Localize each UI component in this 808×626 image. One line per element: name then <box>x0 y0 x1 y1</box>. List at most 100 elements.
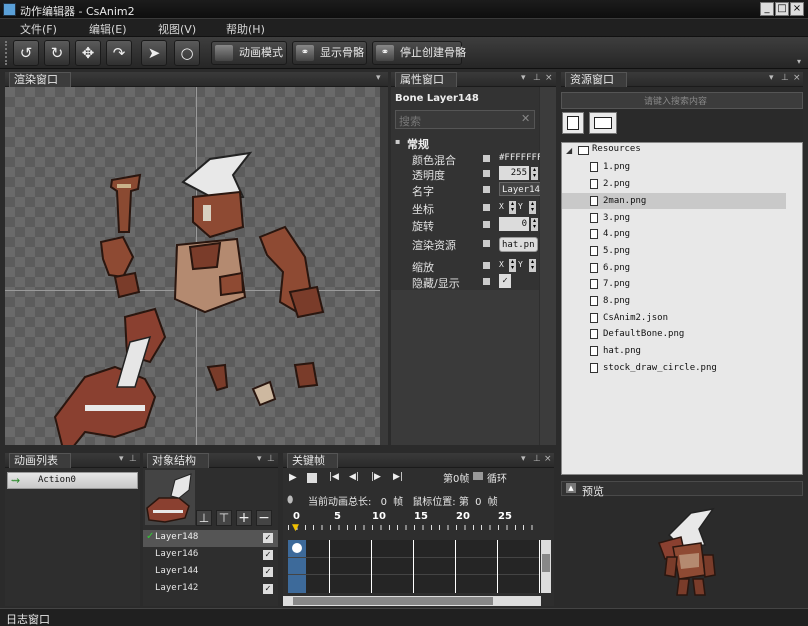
pin-icon[interactable]: ⊥ <box>267 454 275 464</box>
prev-frame-button[interactable]: ◀| <box>349 472 359 482</box>
show-bones-button[interactable]: ⚭ 显示骨骼 <box>292 41 367 65</box>
prop-checkbox[interactable] <box>483 155 490 162</box>
log-window-bar[interactable]: 日志窗口 <box>0 608 808 626</box>
object-structure-title[interactable]: 对象结构 <box>147 453 209 468</box>
panel-menu-icon[interactable]: ▾ <box>376 73 381 83</box>
menu-edit[interactable]: 编辑(E) <box>89 21 127 37</box>
move-to-top-button[interactable]: ⊥ <box>196 510 212 526</box>
resource-item[interactable]: 8.png <box>590 293 630 309</box>
render-scrollbar[interactable] <box>380 87 388 445</box>
play-button[interactable]: ▶ <box>289 472 297 483</box>
animation-list-title[interactable]: 动画列表 <box>9 453 71 468</box>
resources-search-field[interactable]: 请键入搜索内容 <box>561 92 803 109</box>
layer-visible-checkbox[interactable]: ✓ <box>263 533 273 543</box>
remove-layer-button[interactable]: − <box>256 510 272 526</box>
tree-root[interactable]: Resources <box>592 144 641 154</box>
position-y-spinner[interactable]: ▴ ▾ <box>529 201 536 214</box>
resources-tree[interactable]: ◢ Resources 1.png 2.png 2man.png 3.png 4… <box>561 142 803 475</box>
layer-visible-checkbox[interactable]: ✓ <box>263 584 273 594</box>
resource-item[interactable]: stock_draw_circle.png <box>590 360 717 376</box>
resource-item[interactable]: 5.png <box>590 243 630 259</box>
undo-button[interactable]: ↺ <box>13 40 39 66</box>
prop-opacity-value[interactable]: 255 <box>499 166 529 180</box>
prop-name-value[interactable]: Layer14 <box>499 182 543 196</box>
render-panel-title[interactable]: 渲染窗口 <box>9 72 71 87</box>
render-canvas[interactable] <box>5 87 380 445</box>
timeline-hscroll[interactable] <box>283 596 541 606</box>
clear-search-icon[interactable]: ✕ <box>521 112 530 125</box>
timeline-tracks[interactable] <box>288 540 540 593</box>
vscroll-thumb[interactable] <box>542 554 550 572</box>
loop-checkbox[interactable] <box>473 472 483 480</box>
prop-checkbox[interactable] <box>483 240 490 247</box>
prop-checkbox[interactable] <box>483 262 490 269</box>
resource-item[interactable]: 3.png <box>590 210 630 226</box>
close-panel-icon[interactable]: × <box>544 454 552 464</box>
timeline-vscroll[interactable] <box>541 540 551 593</box>
prop-checkbox[interactable] <box>483 186 490 193</box>
resource-item[interactable]: 2.png <box>590 176 630 192</box>
prop-visibility-checkbox[interactable]: ✓ <box>499 274 511 288</box>
panel-menu-icon[interactable]: ▾ <box>769 73 774 83</box>
animation-mode-button[interactable]: 动画模式 <box>211 41 287 65</box>
prop-checkbox[interactable] <box>483 221 490 228</box>
toolbar-grip[interactable] <box>5 41 9 65</box>
pin-icon[interactable]: ⊥ <box>533 454 541 464</box>
properties-panel-title[interactable]: 属性窗口 <box>395 72 457 87</box>
close-panel-icon[interactable]: × <box>545 73 553 83</box>
resource-item[interactable]: DefaultBone.png <box>590 326 684 342</box>
pin-icon[interactable]: ⊥ <box>781 73 789 83</box>
properties-search-field[interactable]: 搜索 ✕ <box>395 110 535 129</box>
layer-visible-checkbox[interactable]: ✓ <box>263 550 273 560</box>
close-panel-icon[interactable]: × <box>793 73 801 83</box>
maximize-button[interactable]: □ <box>775 2 789 16</box>
next-frame-button[interactable]: |▶ <box>371 472 381 482</box>
panel-menu-icon[interactable]: ▾ <box>257 454 262 464</box>
prop-checkbox[interactable] <box>483 278 490 285</box>
select-tool-button[interactable]: ➤ <box>141 40 167 66</box>
scale-y-spinner[interactable]: ▴ ▾ <box>529 259 536 272</box>
prop-render-resource-value[interactable]: hat.pn <box>499 237 538 252</box>
resource-item[interactable]: 1.png <box>590 159 630 175</box>
close-button[interactable]: × <box>790 2 804 16</box>
menu-help[interactable]: 帮助(H) <box>226 21 265 37</box>
resource-item[interactable]: 6.png <box>590 260 630 276</box>
layer-row[interactable]: Layer146 ✓ <box>143 547 278 564</box>
menu-view[interactable]: 视图(V) <box>158 21 196 37</box>
open-folder-button[interactable] <box>589 112 617 134</box>
minimize-button[interactable]: _ <box>760 2 774 16</box>
zoom-tool-button[interactable]: ○ <box>174 40 200 66</box>
rotation-spinner[interactable]: ▴ ▾ <box>531 218 538 231</box>
keyframe-icon[interactable]: ⬮ <box>287 495 293 506</box>
preview-header[interactable]: ▲ 预览 <box>561 481 803 498</box>
tree-expand-icon[interactable]: ◢ <box>566 146 572 155</box>
menu-file[interactable]: 文件(F) <box>20 21 57 37</box>
panel-menu-icon[interactable]: ▾ <box>521 454 526 464</box>
stop-create-bones-button[interactable]: ⚭ 停止创建骨骼 <box>372 41 466 65</box>
animation-item[interactable]: ⇝ Action0 <box>7 472 138 489</box>
move-tool-button[interactable]: ✥ <box>75 40 101 66</box>
hscroll-thumb[interactable] <box>293 597 493 605</box>
prop-checkbox[interactable] <box>483 204 490 211</box>
layer-row[interactable]: Layer144 ✓ <box>143 564 278 581</box>
prop-rotation-value[interactable]: 0 <box>499 217 529 231</box>
move-to-bottom-button[interactable]: ⊤ <box>216 510 232 526</box>
character-sprite-parts[interactable] <box>5 87 380 445</box>
collapse-icon[interactable]: ▲ <box>566 483 576 493</box>
toolbar-overflow-icon[interactable]: ▾ <box>797 57 801 66</box>
panel-menu-icon[interactable]: ▾ <box>521 73 526 83</box>
prop-checkbox[interactable] <box>483 170 490 177</box>
resource-item[interactable]: CsAnim2.json <box>590 310 668 326</box>
redo-button[interactable]: ↻ <box>44 40 70 66</box>
panel-menu-icon[interactable]: ▾ <box>119 454 124 464</box>
first-frame-button[interactable]: |◀ <box>329 472 339 482</box>
resource-item[interactable]: hat.png <box>590 343 641 359</box>
last-frame-button[interactable]: ▶| <box>393 472 403 482</box>
layer-visible-checkbox[interactable]: ✓ <box>263 567 273 577</box>
resource-item[interactable]: 7.png <box>590 276 630 292</box>
scale-x-spinner[interactable]: ▴ ▾ <box>509 259 516 272</box>
rotate-tool-button[interactable]: ↷ <box>106 40 132 66</box>
add-layer-button[interactable]: + <box>236 510 252 526</box>
position-x-spinner[interactable]: ▴ ▾ <box>509 201 516 214</box>
new-file-button[interactable] <box>562 112 584 134</box>
